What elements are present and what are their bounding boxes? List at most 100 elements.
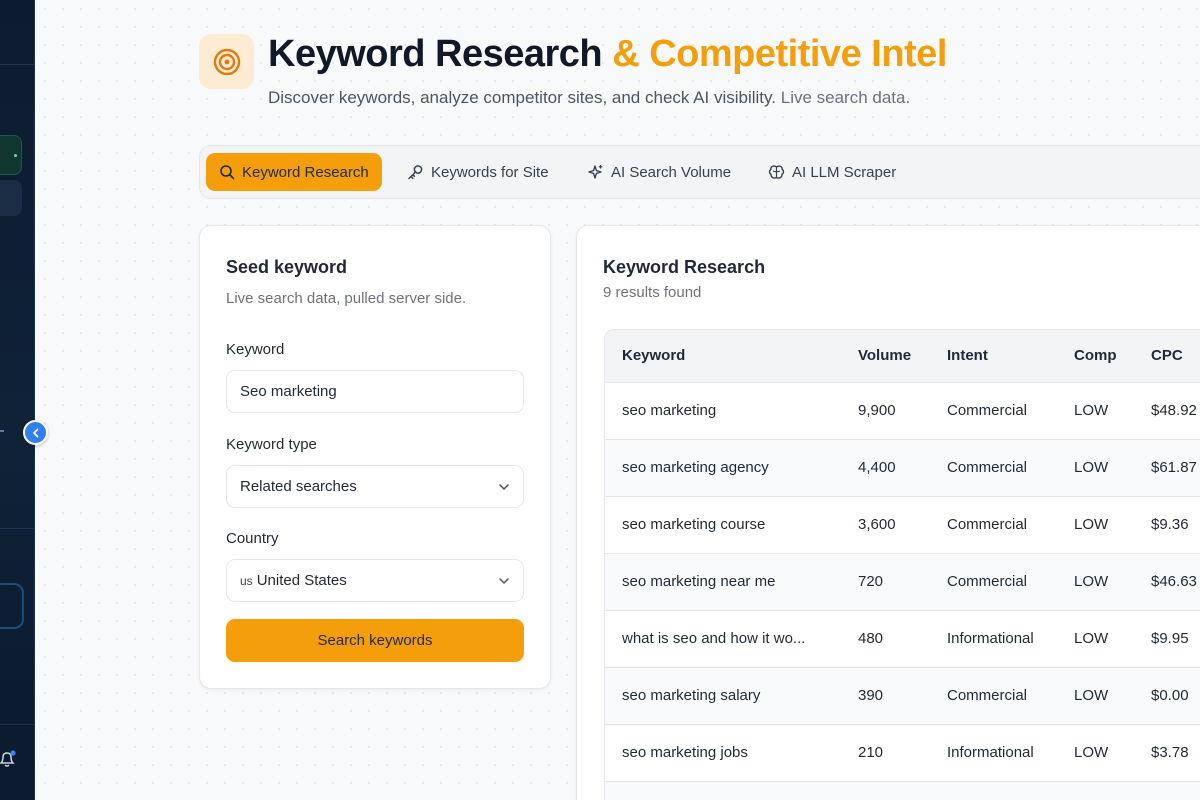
- cell-comp: LOW: [1074, 744, 1109, 761]
- sidebar-marker: [0, 430, 4, 432]
- cell-cpc: $9.95: [1151, 630, 1189, 647]
- table-row[interactable]: seo marketing near me 720 Commercial LOW…: [605, 553, 1200, 610]
- sidebar-item[interactable]: [0, 180, 22, 216]
- results-table-body: seo marketing 9,900 Commercial LOW $48.9…: [605, 382, 1200, 800]
- keyword-type-select[interactable]: Related searches: [226, 465, 524, 508]
- cell-keyword: seo marketing salary: [622, 687, 761, 704]
- brain-icon: [768, 164, 785, 179]
- page-subtitle-note: Live search data.: [780, 88, 911, 107]
- page-subtitle: Discover keywords, analyze competitor si…: [268, 88, 910, 108]
- column-header-intent[interactable]: Intent: [930, 330, 1057, 382]
- cell-comp: LOW: [1074, 573, 1109, 590]
- chevron-down-icon: [499, 483, 509, 490]
- table-row[interactable]: seo marketing agency 4,400 Commercial LO…: [605, 439, 1200, 496]
- cell-volume: 4,400: [858, 459, 896, 476]
- country-select[interactable]: us United States: [226, 559, 524, 602]
- sidebar-divider: [0, 724, 35, 725]
- chevron-down-icon: [499, 577, 509, 584]
- sparkles-icon: [588, 164, 603, 179]
- chevron-left-icon: [32, 428, 38, 437]
- cell-intent: Commercial: [947, 459, 1028, 476]
- page-title-accent: & Competitive Intel: [612, 33, 947, 75]
- tab-keyword-research[interactable]: Keyword Research: [206, 153, 382, 191]
- tab-ai-search-volume[interactable]: AI Search Volume: [574, 153, 744, 191]
- table-header-row: Keyword Volume Intent Comp CPC: [605, 330, 1200, 382]
- collapse-sidebar-button[interactable]: [23, 420, 48, 445]
- cell-cpc: $61.87: [1151, 459, 1197, 476]
- tab-label: AI Search Volume: [611, 163, 732, 181]
- tab-ai-llm-scraper[interactable]: AI LLM Scraper: [755, 153, 909, 191]
- target-icon: [199, 34, 254, 89]
- cell-comp: LOW: [1074, 516, 1109, 533]
- cell-intent: Informational: [947, 630, 1034, 647]
- cell-keyword: what is seo and how it wo...: [622, 630, 806, 647]
- results-card: Keyword Research 9 results found Keyword…: [576, 225, 1200, 800]
- cell-keyword: seo marketing near me: [622, 573, 776, 590]
- cell-cpc: $46.63: [1151, 573, 1197, 590]
- search-keywords-button[interactable]: Search keywords: [226, 619, 524, 662]
- cell-cpc: $0.00: [1151, 687, 1189, 704]
- cell-keyword: seo marketing jobs: [622, 744, 748, 761]
- results-table: Keyword Volume Intent Comp CPC seo marke…: [605, 330, 1200, 800]
- cell-volume: 3,600: [858, 516, 896, 533]
- cell-volume: 480: [858, 630, 884, 647]
- tab-keywords-for-site[interactable]: Keywords for Site: [394, 153, 562, 191]
- cell-volume: 9,900: [858, 402, 896, 419]
- seed-keyword-card: Seed keyword Live search data, pulled se…: [199, 225, 551, 689]
- cell-volume: 390: [858, 687, 884, 704]
- country-value: United States: [256, 572, 347, 589]
- sidebar-divider: [0, 64, 35, 65]
- cell-intent: Commercial: [947, 687, 1028, 704]
- search-icon: [220, 165, 235, 180]
- cell-keyword: seo marketing: [622, 402, 717, 419]
- page-title-main: Keyword Research: [268, 33, 603, 75]
- column-header-volume[interactable]: Volume: [841, 330, 930, 382]
- column-header-keyword[interactable]: Keyword: [605, 330, 841, 382]
- cell-comp: LOW: [1074, 687, 1109, 704]
- sidebar-item[interactable]: [0, 583, 24, 629]
- page-title: Keyword Research & Competitive Intel: [268, 33, 947, 76]
- form-title: Seed keyword: [226, 257, 348, 277]
- tab-label: Keyword Research: [242, 163, 369, 181]
- results-table-wrapper: Keyword Volume Intent Comp CPC seo marke…: [604, 329, 1200, 800]
- table-row[interactable]: seo marketing salary 390 Commercial LOW …: [605, 667, 1200, 724]
- cell-comp: LOW: [1074, 402, 1109, 419]
- key-icon: [408, 164, 423, 179]
- column-header-comp[interactable]: Comp: [1057, 330, 1134, 382]
- cell-cpc: $48.92: [1151, 402, 1197, 419]
- cell-keyword: seo marketing course: [622, 516, 766, 533]
- keyword-type-label: Keyword type: [226, 436, 317, 453]
- page-subtitle-main: Discover keywords, analyze competitor si…: [268, 88, 776, 107]
- sidebar: [0, 0, 35, 800]
- cell-cpc: $9.36: [1151, 516, 1189, 533]
- cell-comp: LOW: [1074, 459, 1109, 476]
- cell-cpc: $3.78: [1151, 744, 1189, 761]
- keyword-type-value: Related searches: [240, 478, 357, 495]
- cell-intent: Commercial: [947, 402, 1028, 419]
- country-label: Country: [226, 530, 279, 547]
- tab-bar: Keyword Research Keywords for Site AI Se…: [199, 145, 1200, 199]
- tab-label: AI LLM Scraper: [792, 163, 897, 181]
- form-subtitle: Live search data, pulled server side.: [226, 290, 467, 307]
- cell-volume: 210: [858, 744, 884, 761]
- column-header-cpc[interactable]: CPC: [1134, 330, 1200, 382]
- sidebar-divider: [0, 528, 35, 529]
- country-flag-code: us: [240, 573, 253, 588]
- results-title: Keyword Research: [603, 257, 766, 277]
- table-row[interactable]: seo marketing course 3,600 Commercial LO…: [605, 496, 1200, 553]
- table-row[interactable]: seo marketing jobs 210 Informational LOW…: [605, 724, 1200, 781]
- keyword-input[interactable]: [226, 370, 524, 413]
- cell-volume: 720: [858, 573, 884, 590]
- cell-intent: Commercial: [947, 516, 1028, 533]
- results-count: 9 results found: [603, 284, 702, 301]
- sidebar-item-active[interactable]: [0, 135, 22, 175]
- table-row[interactable]: seo marketing 9,900 Commercial LOW $48.9…: [605, 382, 1200, 439]
- table-row[interactable]: what is seo and how it wo... 480 Informa…: [605, 610, 1200, 667]
- cell-intent: Commercial: [947, 573, 1028, 590]
- tab-label: Keywords for Site: [431, 163, 549, 181]
- cell-intent: Informational: [947, 744, 1034, 761]
- keyword-label: Keyword: [226, 341, 285, 358]
- cell-comp: LOW: [1074, 630, 1109, 647]
- bell-icon[interactable]: [0, 750, 16, 768]
- table-row[interactable]: [605, 781, 1200, 800]
